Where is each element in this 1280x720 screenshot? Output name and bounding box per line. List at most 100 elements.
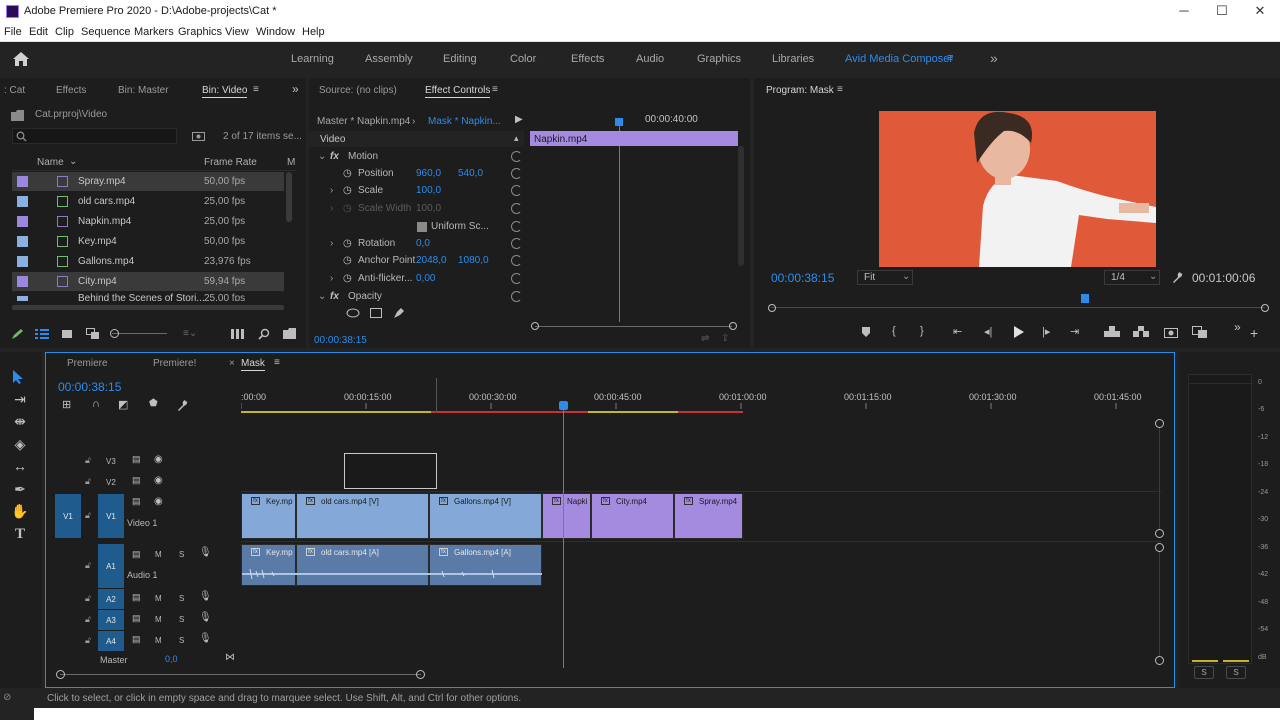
clip-spray-video[interactable]: fx Spray.mp4	[674, 493, 743, 539]
zoom-slider[interactable]	[112, 333, 167, 334]
column-frame-rate[interactable]: Frame Rate	[204, 157, 257, 168]
project-list-scrollbar[interactable]	[286, 172, 292, 222]
reset-icon[interactable]	[511, 203, 522, 214]
motion-effect-row[interactable]: ⌄ fx Motion	[309, 149, 529, 166]
track-target-a1[interactable]: A1	[98, 544, 124, 588]
maximize-button[interactable]: ☐	[1212, 3, 1232, 21]
mute-button[interactable]: M	[155, 615, 162, 624]
track-target-a2[interactable]: A2	[98, 589, 124, 609]
menu-sequence[interactable]: Sequence	[81, 26, 131, 38]
master-expand-icon[interactable]: ⋈	[225, 652, 235, 663]
tab-sequence-premiere-2[interactable]: Premiere!	[153, 358, 196, 369]
expand-caret-icon[interactable]: ›	[330, 185, 333, 196]
stopwatch-icon[interactable]: ◷	[343, 185, 352, 196]
ec-zoom-bar[interactable]	[535, 326, 732, 327]
clip-napkin-video[interactable]: fx Napki	[542, 493, 591, 539]
lock-icon[interactable]: 🔓︎	[85, 635, 91, 646]
rectangle-mask-icon[interactable]	[370, 308, 382, 318]
clip-city-video[interactable]: fx City.mp4	[591, 493, 674, 539]
play-arrow-icon[interactable]: ▶	[515, 114, 523, 125]
ec-zoom-handle-right[interactable]	[729, 322, 737, 330]
timeline-timecode[interactable]: 00:00:38:15	[58, 380, 121, 394]
mark-out-icon[interactable]: }	[920, 325, 924, 337]
program-scrubber[interactable]	[771, 307, 1265, 308]
timeline-zoom-handle-left[interactable]	[56, 670, 65, 679]
scrubber-handle-left[interactable]	[768, 304, 776, 312]
icon-view-icon[interactable]	[61, 328, 73, 340]
sort-icons-icon[interactable]: ≡⌄	[183, 328, 197, 339]
workspace-graphics[interactable]: Graphics	[697, 53, 741, 65]
reset-icon[interactable]	[511, 185, 522, 196]
time-ruler[interactable]: :00:00 00:00:15:00 00:00:30:00 00:00:45:…	[241, 387, 1161, 413]
audio-tracks-zoom-handle[interactable]	[1155, 656, 1164, 665]
button-editor-plus-icon[interactable]: +	[1250, 325, 1258, 341]
stopwatch-icon[interactable]: ◷	[343, 255, 352, 266]
snap-magnet-icon[interactable]: ∩	[92, 398, 100, 410]
workspace-audio[interactable]: Audio	[636, 53, 664, 65]
program-playhead[interactable]	[1081, 294, 1089, 303]
workspace-learning[interactable]: Learning	[291, 53, 334, 65]
ec-zoom-handle-left[interactable]	[531, 322, 539, 330]
linked-selection-icon[interactable]: ◩	[118, 398, 128, 411]
minimize-button[interactable]: ─	[1174, 3, 1194, 21]
scrubber-handle-right[interactable]	[1261, 304, 1269, 312]
panel-menu-icon[interactable]: ≡	[837, 84, 843, 95]
menu-view[interactable]: View	[225, 26, 249, 38]
lift-icon[interactable]	[1104, 326, 1120, 338]
clip-gallons-video[interactable]: fx Gallons.mp4 [V]	[429, 493, 542, 539]
mute-button[interactable]: M	[155, 594, 162, 603]
sync-lock-icon[interactable]: ▤	[132, 496, 141, 507]
audio-tracks-zoom-handle[interactable]	[1155, 543, 1164, 552]
menu-help[interactable]: Help	[302, 26, 325, 38]
reset-icon[interactable]	[511, 168, 522, 179]
sync-lock-icon[interactable]: ▤	[132, 634, 141, 645]
position-y-value[interactable]: 540,0	[458, 168, 483, 179]
pencil-icon[interactable]	[11, 328, 25, 340]
timeline-zoom-handle-right[interactable]	[416, 670, 425, 679]
slip-tool-icon[interactable]: ↔	[11, 457, 29, 475]
ec-scrollbar[interactable]	[738, 146, 744, 266]
eye-icon[interactable]: ◉	[154, 496, 163, 507]
menu-graphics[interactable]: Graphics	[178, 26, 222, 38]
add-marker-icon[interactable]: ⬟	[149, 398, 158, 409]
automate-to-sequence-icon[interactable]	[231, 329, 245, 339]
timeline-settings-wrench-icon[interactable]	[176, 399, 188, 411]
panel-menu-icon[interactable]: ≡	[253, 84, 259, 95]
lock-icon[interactable]: 🔓︎	[85, 455, 91, 466]
new-search-bin-icon[interactable]	[192, 130, 205, 141]
list-item[interactable]: City.mp4 59,94 fps	[12, 272, 284, 291]
scale-row[interactable]: › ◷ Scale 100,0	[309, 183, 529, 200]
track-target-v1[interactable]: V1	[98, 494, 124, 538]
menu-clip[interactable]: Clip	[55, 26, 74, 38]
ec-playhead-handle[interactable]	[615, 118, 623, 126]
ellipse-mask-icon[interactable]	[346, 308, 360, 318]
pen-mask-icon[interactable]	[393, 307, 405, 319]
label-color-swatch[interactable]	[17, 296, 28, 301]
timeline-zoom-bar[interactable]	[60, 674, 421, 675]
go-to-in-icon[interactable]: ⇤	[953, 325, 962, 338]
track-target-a3[interactable]: A3	[98, 610, 124, 630]
reset-icon[interactable]	[511, 238, 522, 249]
column-name[interactable]: Name	[37, 157, 64, 168]
step-forward-icon[interactable]: |▸	[1042, 325, 1050, 338]
master-clip-label[interactable]: Master * Napkin.mp4	[317, 116, 410, 127]
list-item[interactable]: Key.mp4 50,00 fps	[12, 232, 284, 251]
home-icon[interactable]	[12, 51, 30, 67]
export-icon[interactable]: ⇪	[721, 333, 729, 344]
freeform-view-icon[interactable]	[86, 328, 100, 340]
close-window-button[interactable]: ✕	[1250, 3, 1270, 21]
list-item[interactable]: Napkin.mp4 25,00 fps	[12, 212, 284, 231]
tab-sequence-mask[interactable]: Mask	[241, 358, 265, 371]
source-patch-v1[interactable]: V1	[55, 494, 81, 538]
add-marker-icon[interactable]	[860, 326, 872, 338]
step-back-icon[interactable]: ◂|	[984, 325, 992, 338]
opacity-effect-row[interactable]: ⌄ fx Opacity	[309, 289, 529, 306]
overflow-icon[interactable]: »	[1234, 320, 1241, 334]
panel-menu-icon[interactable]: ≡	[274, 357, 280, 368]
label-color-swatch[interactable]	[17, 176, 28, 187]
extract-icon[interactable]	[1133, 326, 1149, 338]
microphone-icon[interactable]: 🎙︎	[199, 547, 212, 558]
label-color-swatch[interactable]	[17, 196, 28, 207]
sync-lock-icon[interactable]: ▤	[132, 475, 141, 486]
clip-key-video[interactable]: fx Key.mp	[241, 493, 296, 539]
